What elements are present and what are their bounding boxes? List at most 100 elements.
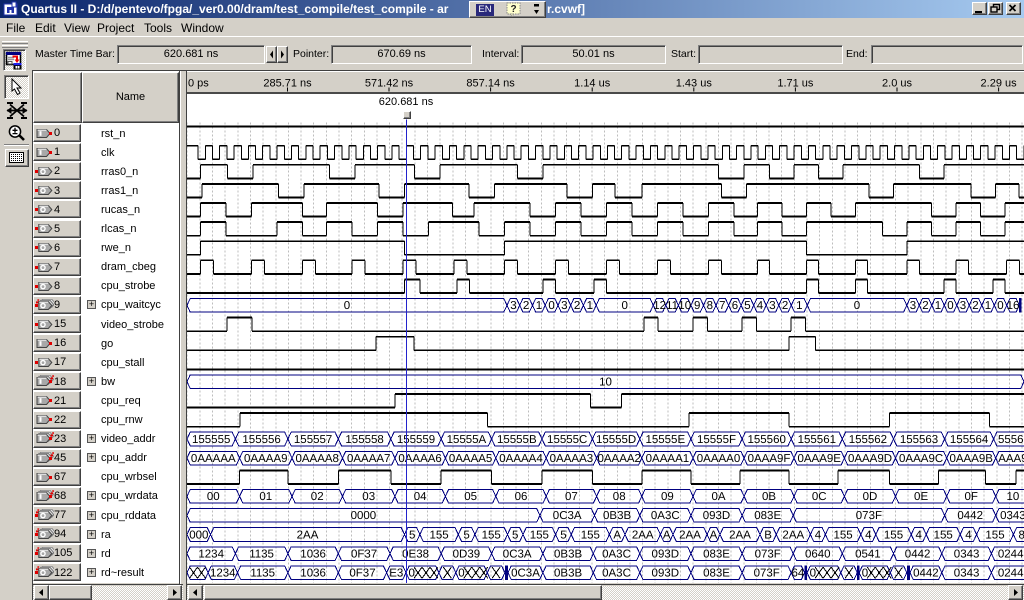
svg-text:0A3C: 0A3C <box>602 568 631 580</box>
svg-text:3: 3 <box>769 300 775 312</box>
svg-text:0E: 0E <box>914 491 928 503</box>
svg-text:155: 155 <box>834 529 853 541</box>
svg-text:7: 7 <box>719 300 725 312</box>
svg-text:15555A: 15555A <box>447 434 487 446</box>
svg-text:0D: 0D <box>863 491 878 503</box>
svg-text:0: 0 <box>344 300 350 312</box>
svg-text:0D39: 0D39 <box>453 548 481 560</box>
svg-text:15555E: 15555E <box>645 434 685 446</box>
svg-text:0C3A: 0C3A <box>511 568 540 580</box>
svg-text:0343: 0343 <box>1000 510 1024 522</box>
svg-text:2: 2 <box>523 300 529 312</box>
svg-text:0: 0 <box>621 300 627 312</box>
svg-text:0F37: 0F37 <box>351 548 377 560</box>
svg-text:083E: 083E <box>703 568 730 580</box>
svg-text:155564: 155564 <box>950 434 989 446</box>
svg-text:B: B <box>764 529 772 541</box>
svg-text:1: 1 <box>985 300 991 312</box>
svg-text:1234: 1234 <box>210 568 236 580</box>
svg-text:155: 155 <box>482 529 501 541</box>
svg-text:2AA: 2AA <box>297 529 319 541</box>
svg-text:5: 5 <box>560 529 566 541</box>
svg-text:0B3B: 0B3B <box>554 568 582 580</box>
svg-text:0640: 0640 <box>805 548 831 560</box>
svg-text:0: 0 <box>458 568 464 580</box>
svg-text:1234: 1234 <box>198 548 224 560</box>
svg-text:15555B: 15555B <box>497 434 537 446</box>
svg-text:2AA: 2AA <box>782 529 804 541</box>
svg-text:9: 9 <box>694 300 700 312</box>
svg-text:0: 0 <box>854 300 860 312</box>
svg-text:0: 0 <box>810 568 816 580</box>
svg-text:5: 5 <box>744 300 750 312</box>
svg-text:15555F: 15555F <box>697 434 736 446</box>
svg-text:5: 5 <box>512 529 518 541</box>
svg-text:0AAAA3: 0AAAA3 <box>550 453 593 465</box>
svg-text:0A3C: 0A3C <box>602 548 631 560</box>
svg-text:155: 155 <box>884 529 903 541</box>
svg-text:0442: 0442 <box>913 568 939 580</box>
svg-text:1: 1 <box>935 300 941 312</box>
svg-text:155: 155 <box>581 529 600 541</box>
svg-text:11: 11 <box>666 300 678 312</box>
svg-text:0343: 0343 <box>954 568 980 580</box>
svg-text:2AA: 2AA <box>679 529 701 541</box>
svg-text:2AA: 2AA <box>632 529 654 541</box>
svg-text:1: 1 <box>587 300 593 312</box>
svg-text:0: 0 <box>947 300 953 312</box>
svg-text:0AAAAA: 0AAAAA <box>191 453 236 465</box>
svg-text:0AAAA1: 0AAAA1 <box>646 453 689 465</box>
svg-text:0343: 0343 <box>954 548 980 560</box>
svg-text:07: 07 <box>565 491 578 503</box>
svg-text:0AAA9F: 0AAA9F <box>748 453 791 465</box>
svg-text:1135: 1135 <box>249 548 274 560</box>
svg-text:0AAAA7: 0AAAA7 <box>347 453 390 465</box>
svg-text:0: 0 <box>997 300 1003 312</box>
svg-text:1135: 1135 <box>250 568 275 580</box>
svg-text:2: 2 <box>574 300 580 312</box>
svg-text:5: 5 <box>409 529 415 541</box>
svg-text:2AA: 2AA <box>729 529 751 541</box>
svg-text:073F: 073F <box>856 510 882 522</box>
svg-text:0000: 0000 <box>351 510 377 522</box>
svg-text:15555C: 15555C <box>547 434 587 446</box>
svg-text:1036: 1036 <box>300 568 326 580</box>
svg-text:0AAA9D: 0AAA9D <box>848 453 892 465</box>
svg-text:073F: 073F <box>754 568 780 580</box>
svg-text:E3: E3 <box>389 568 403 580</box>
svg-text:09: 09 <box>661 491 674 503</box>
svg-text:12: 12 <box>653 300 666 312</box>
svg-text:01: 01 <box>259 491 272 503</box>
svg-text:0442: 0442 <box>905 548 931 560</box>
svg-text:8: 8 <box>1018 529 1024 541</box>
svg-text:A: A <box>710 529 718 541</box>
svg-text:4: 4 <box>757 300 764 312</box>
svg-text:0AAAA6: 0AAAA6 <box>398 453 441 465</box>
svg-text:5556: 5556 <box>998 434 1024 446</box>
svg-text:155559: 155559 <box>397 434 435 446</box>
svg-text:0AAAA4: 0AAAA4 <box>499 453 543 465</box>
svg-text:083E: 083E <box>703 548 730 560</box>
svg-text:2: 2 <box>782 300 788 312</box>
svg-text:8: 8 <box>707 300 713 312</box>
svg-text:155557: 155557 <box>294 434 332 446</box>
svg-text:0AAA9C: 0AAA9C <box>899 453 943 465</box>
svg-text:155: 155 <box>934 529 953 541</box>
svg-text:155560: 155560 <box>748 434 786 446</box>
svg-text:0C: 0C <box>812 491 827 503</box>
svg-text:1: 1 <box>536 300 542 312</box>
svg-text:0: 0 <box>548 300 554 312</box>
svg-text:A: A <box>663 529 671 541</box>
svg-text:155: 155 <box>530 529 549 541</box>
svg-text:1: 1 <box>796 300 802 312</box>
svg-text:155556: 155556 <box>242 434 280 446</box>
svg-text:0244: 0244 <box>998 568 1024 580</box>
svg-text:0AAA9B: 0AAA9B <box>949 453 993 465</box>
svg-text:0B3B: 0B3B <box>603 510 631 522</box>
svg-text:0AAAA0: 0AAAA0 <box>697 453 740 465</box>
svg-text:093D: 093D <box>652 568 680 580</box>
svg-text:073F: 073F <box>755 548 781 560</box>
svg-text:5: 5 <box>463 529 469 541</box>
svg-text:155561: 155561 <box>798 434 836 446</box>
svg-text:10: 10 <box>1007 491 1020 503</box>
